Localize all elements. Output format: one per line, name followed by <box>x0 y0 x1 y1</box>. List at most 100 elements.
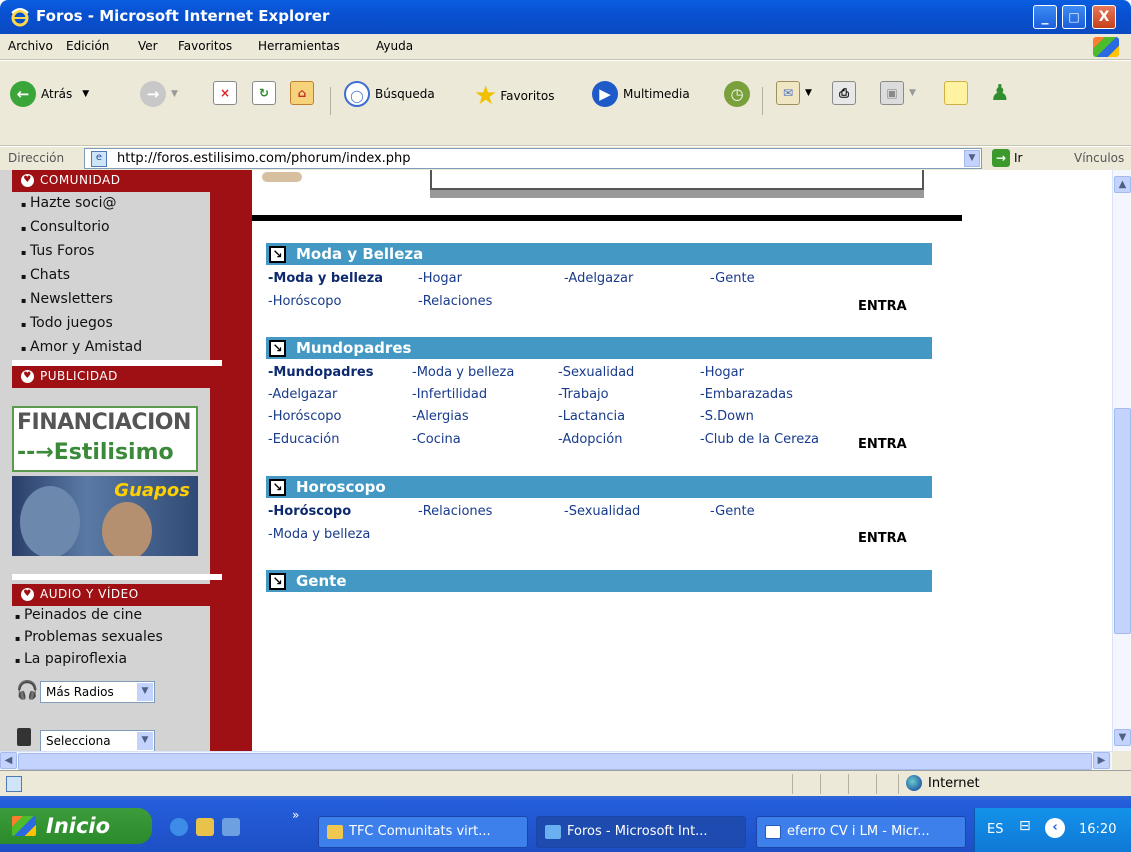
forum-link[interactable]: -Horóscopo <box>268 409 342 424</box>
ad-guapos[interactable]: Guapos <box>12 476 198 556</box>
close-button[interactable]: X <box>1092 5 1116 29</box>
back-button[interactable]: ← Atrás ▼ <box>10 81 89 107</box>
refresh-button[interactable]: ↻ <box>252 81 281 105</box>
network-icon[interactable]: ⊟ <box>1019 818 1031 834</box>
forum-link[interactable]: -Adelgazar <box>268 387 337 402</box>
ad-financiacion[interactable]: FINANCIACION --→Estilisimo <box>12 406 198 472</box>
scroll-up-icon[interactable]: ▲ <box>1114 176 1131 193</box>
enter-link[interactable]: ENTRA <box>858 437 907 452</box>
scroll-thumb[interactable] <box>1114 408 1131 634</box>
menu-ver[interactable]: Ver <box>138 39 158 53</box>
chevron-left-icon[interactable]: ‹ <box>1045 818 1065 838</box>
ie-quicklaunch-icon[interactable] <box>170 818 188 836</box>
links-label[interactable]: Vínculos <box>1074 151 1124 165</box>
forward-button[interactable]: → ▼ <box>140 81 178 107</box>
forum-link[interactable]: -Sexualidad <box>564 504 640 519</box>
scroll-left-icon[interactable]: ◀ <box>0 752 17 769</box>
forum-link[interactable]: -S.Down <box>700 409 754 424</box>
forum-link[interactable]: -Educación <box>268 432 339 447</box>
folder-quicklaunch-icon[interactable] <box>196 818 214 836</box>
sidebar-link-hazte-socio[interactable]: Hazte soci@ <box>21 195 117 211</box>
forum-link[interactable]: -Moda y belleza <box>268 271 383 286</box>
forum-link[interactable]: -Sexualidad <box>558 365 634 380</box>
forum-link[interactable]: -Horóscopo <box>268 294 342 309</box>
arrow-icon: ↘ <box>269 246 286 263</box>
forum-header-mundopadres[interactable]: ↘ Mundopadres <box>266 337 932 359</box>
minimize-button[interactable]: _ <box>1033 5 1057 29</box>
forum-header-gente[interactable]: ↘ Gente <box>266 570 932 592</box>
forum-link[interactable]: -Gente <box>710 504 755 519</box>
forum-link[interactable]: -Moda y belleza <box>268 527 370 542</box>
task-tfc[interactable]: TFC Comunitats virt... <box>318 816 528 848</box>
menu-favoritos[interactable]: Favoritos <box>178 39 232 53</box>
sidebar-link-tus-foros[interactable]: Tus Foros <box>21 243 95 259</box>
messenger-button[interactable]: ♟ <box>990 81 1010 106</box>
sidebar-link-peinados[interactable]: Peinados de cine <box>15 607 142 623</box>
desktop-quicklaunch-icon[interactable] <box>222 818 240 836</box>
forum-link[interactable]: -Horóscopo <box>268 504 351 519</box>
maximize-button[interactable]: □ <box>1062 5 1086 29</box>
scroll-right-icon[interactable]: ▶ <box>1093 752 1110 769</box>
menu-edicion[interactable]: Edición <box>66 39 109 53</box>
history-button[interactable]: ◷ <box>724 81 755 107</box>
selecciona-select[interactable]: Selecciona ▼ <box>40 730 155 751</box>
task-foros[interactable]: Foros - Microsoft Int... <box>536 816 746 848</box>
forum-link[interactable]: -Cocina <box>412 432 461 447</box>
search-icon: ◯ <box>344 81 370 107</box>
address-field[interactable]: e http://foros.estilisimo.com/phorum/ind… <box>84 148 982 169</box>
menu-ayuda[interactable]: Ayuda <box>376 39 413 53</box>
vertical-scrollbar[interactable]: ▲ ▼ <box>1112 170 1131 751</box>
forum-link[interactable]: -Lactancia <box>558 409 625 424</box>
sidebar-link-todo-juegos[interactable]: Todo juegos <box>21 315 113 331</box>
sidebar-link-amor-amistad[interactable]: Amor y Amistad <box>21 339 142 355</box>
task-word[interactable]: eferro CV i LM - Micr... <box>756 816 966 848</box>
print-button[interactable]: ⎙ <box>832 81 861 105</box>
forum-link[interactable]: -Alergias <box>412 409 469 424</box>
forum-link[interactable]: -Infertilidad <box>412 387 487 402</box>
scroll-down-icon[interactable]: ▼ <box>1114 729 1131 746</box>
forum-link[interactable]: -Embarazadas <box>700 387 793 402</box>
sidebar-link-papiroflexia[interactable]: La papiroflexia <box>15 651 127 667</box>
forum-link[interactable]: -Adopción <box>558 432 622 447</box>
go-button[interactable]: → Ir <box>992 149 1022 167</box>
menu-archivo[interactable]: Archivo <box>8 39 53 53</box>
radio-select[interactable]: Más Radios ▼ <box>40 681 155 703</box>
ad-line: --→Estilisimo <box>17 440 174 465</box>
address-dropdown-icon[interactable]: ▼ <box>964 150 980 167</box>
arrow-icon: ↘ <box>269 573 286 590</box>
mail-button[interactable]: ✉ ▼ <box>776 81 812 105</box>
edit-button[interactable]: ▣ ▼ <box>880 81 916 105</box>
forum-link[interactable]: -Hogar <box>418 271 462 286</box>
sidebar-link-newsletters[interactable]: Newsletters <box>21 291 113 307</box>
sidebar-link-chats[interactable]: Chats <box>21 267 70 283</box>
enter-link[interactable]: ENTRA <box>858 299 907 314</box>
forum-link[interactable]: -Adelgazar <box>564 271 633 286</box>
sidebar-link-problemas[interactable]: Problemas sexuales <box>15 629 163 645</box>
forum-link[interactable]: -Mundopadres <box>268 365 373 380</box>
stop-button[interactable]: × <box>213 81 242 105</box>
discuss-button[interactable] <box>944 81 973 105</box>
media-button[interactable]: ▶ Multimedia <box>592 81 690 107</box>
language-indicator[interactable]: ES <box>987 822 1003 837</box>
forum-link[interactable]: -Relaciones <box>418 504 492 519</box>
horizontal-scrollbar[interactable]: ◀ ▶ <box>0 751 1112 770</box>
page-icon: e <box>91 151 107 167</box>
favorites-button[interactable]: ★ Favoritos <box>474 81 554 111</box>
forum-link[interactable]: -Relaciones <box>418 294 492 309</box>
forum-link[interactable]: -Trabajo <box>558 387 609 402</box>
menu-herramientas[interactable]: Herramientas <box>258 39 340 53</box>
forum-header-moda-belleza[interactable]: ↘ Moda y Belleza <box>266 243 932 265</box>
home-button[interactable]: ⌂ <box>290 81 319 105</box>
sidebar-link-consultorio[interactable]: Consultorio <box>21 219 109 235</box>
forum-link[interactable]: -Gente <box>710 271 755 286</box>
forum-link[interactable]: -Club de la Cereza <box>700 432 819 447</box>
forum-header-horoscopo[interactable]: ↘ Horoscopo <box>266 476 932 498</box>
forward-arrow-icon: → <box>140 81 166 107</box>
enter-link[interactable]: ENTRA <box>858 531 907 546</box>
hscroll-thumb[interactable] <box>18 753 1092 770</box>
forum-link[interactable]: -Hogar <box>700 365 744 380</box>
chevron-right-icon[interactable]: » <box>292 808 299 822</box>
search-button[interactable]: ◯ Búsqueda <box>344 81 435 107</box>
start-button[interactable]: Inicio <box>0 808 152 844</box>
forum-link[interactable]: -Moda y belleza <box>412 365 514 380</box>
